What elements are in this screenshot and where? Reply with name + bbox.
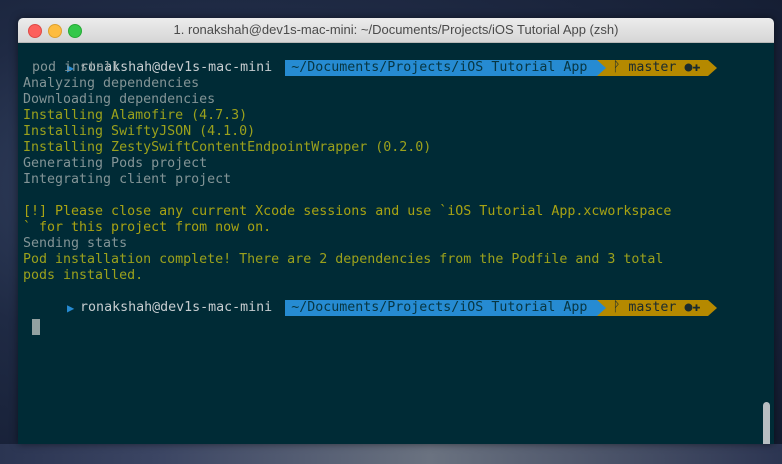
segment-separator-icon [276,300,286,316]
text-cursor[interactable] [32,319,40,335]
output-line: Installing ZestySwiftContentEndpointWrap… [23,140,432,155]
output-line: Installing Alamofire (4.7.3) [23,108,248,123]
output-line: Installing SwiftyJSON (4.1.0) [23,124,256,139]
prompt-branch: master [628,60,677,75]
prompt-path: ~/Documents/Projects/iOS Tutorial App [291,60,588,75]
prompt-git-segment: ᚹ master ●✚ [606,300,709,316]
output-line: Sending stats [23,236,128,251]
prompt-path-segment: ~/Documents/Projects/iOS Tutorial App [285,300,598,316]
terminal-window[interactable]: 1. ronakshah@dev1s-mac-mini: ~/Documents… [18,18,774,444]
output-line: Integrating client project [23,172,232,187]
prompt-branch: master [628,300,677,315]
output-line: pods installed. [23,268,144,283]
git-status: ●✚ [684,300,701,315]
segment-separator-icon [708,300,718,316]
output-line: Generating Pods project [23,156,208,171]
prompt-line-1: ▶ ronakshah@dev1s-mac-mini ~/Documents/Pro… [18,44,718,76]
output-line: ` for this project from now on. [23,220,272,235]
output-line: Analyzing dependencies [23,76,200,91]
segment-separator-icon [597,60,607,76]
command-text: pod install [32,60,121,75]
git-branch-icon: ᚹ [612,60,629,75]
title-bar[interactable]: 1. ronakshah@dev1s-mac-mini: ~/Documents… [18,18,774,43]
window-title: 1. ronakshah@dev1s-mac-mini: ~/Documents… [173,22,619,37]
segment-separator-icon [597,300,607,316]
terminal-content[interactable]: ▶ ronakshah@dev1s-mac-mini ~/Documents/Pro… [18,43,774,444]
desktop-background [0,444,782,464]
prompt-path-segment: ~/Documents/Projects/iOS Tutorial App [285,60,598,76]
prompt-git-segment: ᚹ master ●✚ [606,60,709,76]
output-line: Pod installation complete! There are 2 d… [23,252,664,267]
git-status: ●✚ [684,60,701,75]
prompt-user-host: ronakshah@dev1s-mac-mini [80,300,273,315]
triangle-right-icon: ▶ [67,301,75,315]
output-line: [!] Please close any current Xcode sessi… [23,204,672,219]
output-line: Downloading dependencies [23,92,216,107]
segment-separator-icon [276,60,286,76]
prompt-line-2: ▶ ronakshah@dev1s-mac-mini ~/Documents/Pro… [18,284,718,316]
git-branch-icon: ᚹ [612,300,629,315]
prompt-path: ~/Documents/Projects/iOS Tutorial App [291,300,588,315]
prompt-user-segment: ▶ ronakshah@dev1s-mac-mini [66,300,276,316]
segment-separator-icon [708,60,718,76]
vertical-scrollbar[interactable] [763,402,770,444]
